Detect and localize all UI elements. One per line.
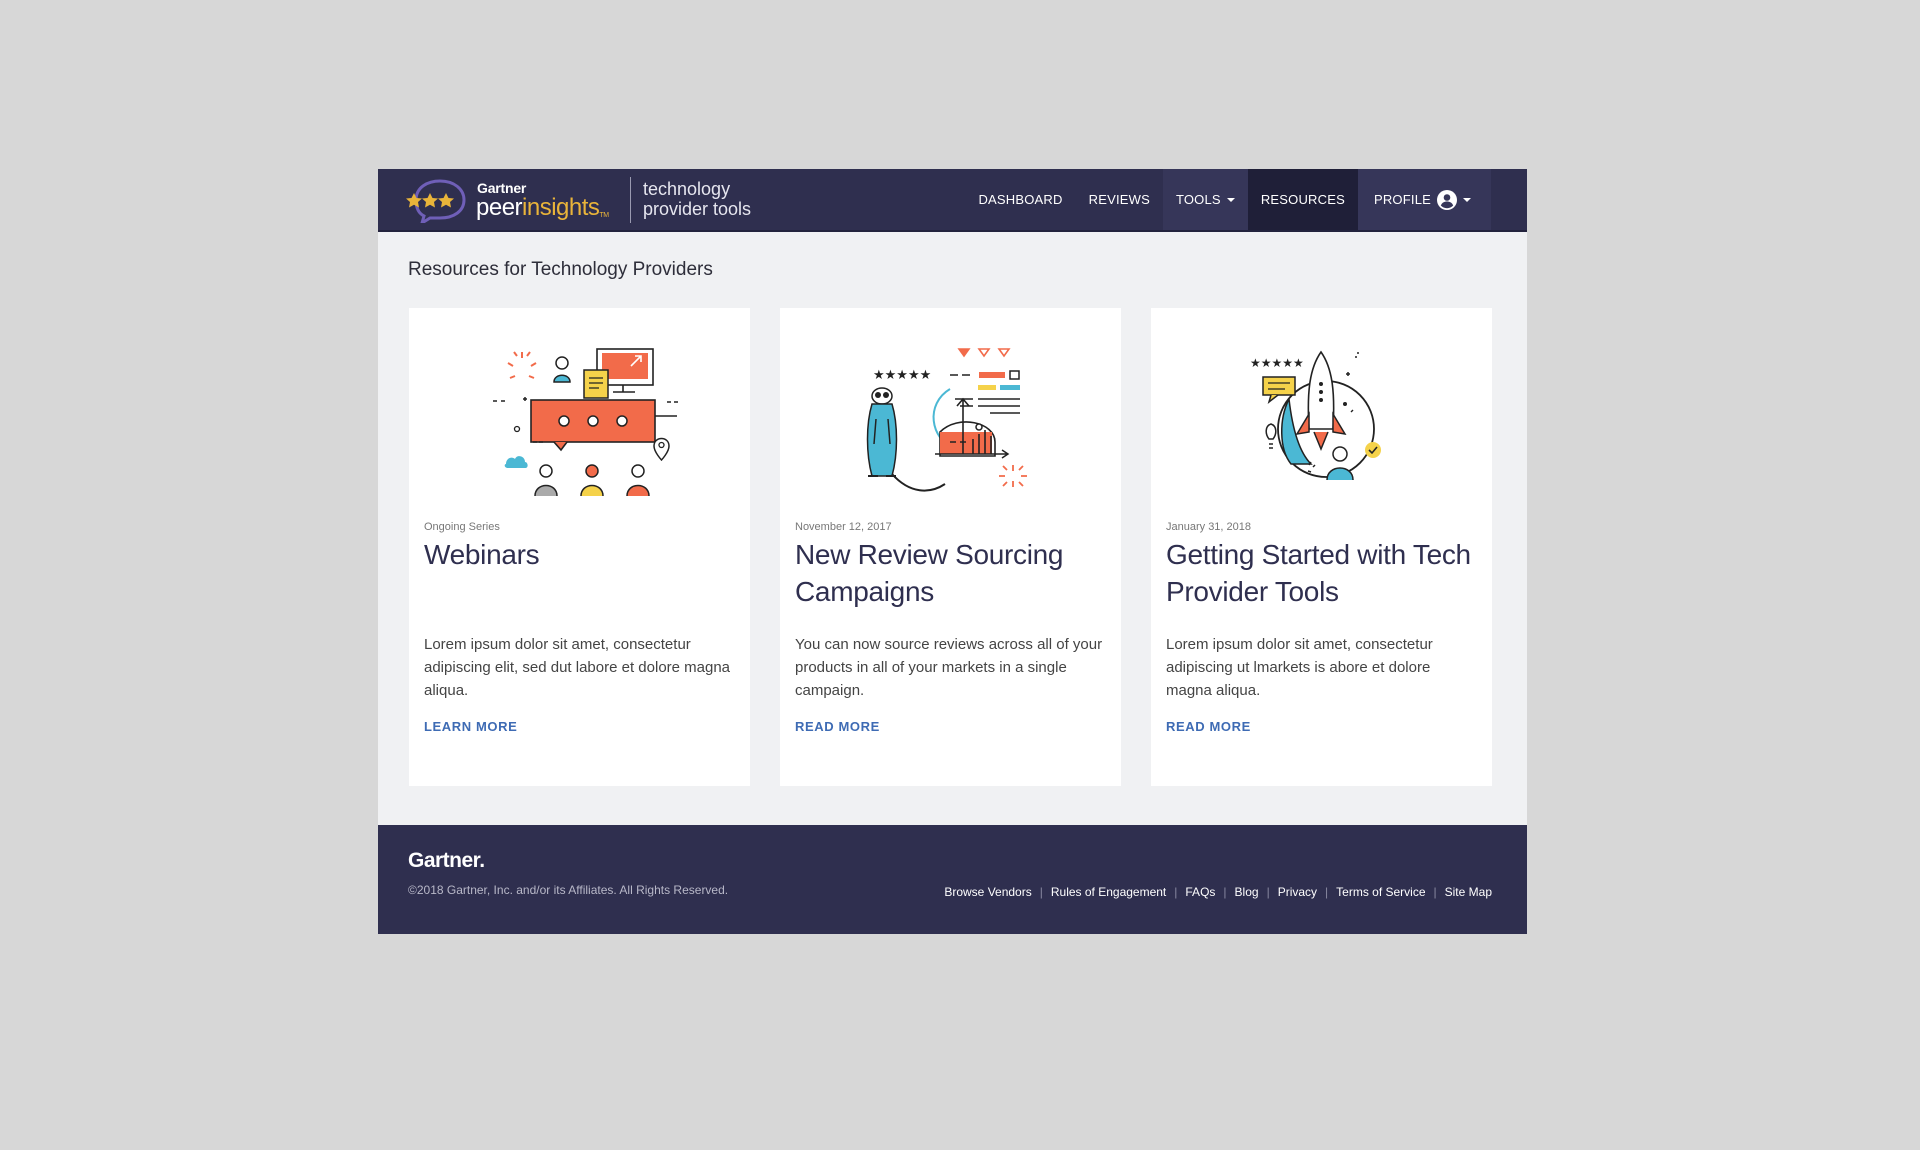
- footer-separator: |: [1174, 885, 1178, 899]
- user-avatar-icon: [1437, 189, 1457, 210]
- resource-card-webinars: Ongoing Series Webinars Lorem ipsum dolo…: [409, 308, 750, 786]
- webinar-illustration-icon: [493, 348, 678, 497]
- card-description: Lorem ipsum dolor sit amet, consectetur …: [424, 636, 731, 699]
- site-footer: Gartner. ©2018 Gartner, Inc. and/or its …: [378, 825, 1527, 934]
- resource-card-review-sourcing: ★★★★★ November 12, 2017 New Review Sourc…: [780, 308, 1121, 786]
- footer-link-rules-of-engagement[interactable]: Rules of Engagement: [1051, 885, 1166, 899]
- card-title: Getting Started with Tech Provider Tools: [1166, 539, 1471, 607]
- footer-copyright: ©2018 Gartner, Inc. and/or its Affiliate…: [408, 883, 729, 897]
- footer-link-browse-vendors[interactable]: Browse Vendors: [944, 885, 1031, 899]
- nav-profile-label: PROFILE: [1373, 192, 1431, 207]
- card-title: Webinars: [424, 539, 540, 570]
- peer-insights-logo-icon: [406, 179, 466, 223]
- logo-subtitle-line1: technology: [643, 179, 731, 199]
- footer-separator: |: [1223, 885, 1227, 899]
- chevron-down-icon: [1463, 197, 1471, 202]
- card-title: New Review Sourcing Campaigns: [795, 539, 1064, 607]
- top-navbar: Gartner peerinsightsTM technology provid…: [378, 169, 1527, 232]
- card-meta: January 31, 2018: [1166, 521, 1252, 533]
- logo-peer-insights-text: peerinsightsTM: [476, 194, 609, 222]
- svg-text:★★★★★: ★★★★★: [1250, 356, 1304, 370]
- card-description: You can now source reviews across all of…: [795, 636, 1103, 699]
- logo-subtitle: technology provider tools: [643, 179, 751, 219]
- meerkat-chart-illustration-icon: ★★★★★: [866, 348, 1027, 492]
- nav-profile-dropdown[interactable]: PROFILE: [1357, 169, 1491, 230]
- logo-tm: TM: [599, 212, 609, 219]
- logo-subtitle-line2: provider tools: [643, 199, 752, 219]
- card-description: Lorem ipsum dolor sit amet, consectetur …: [1166, 636, 1433, 699]
- rocket-illustration-icon: ★★★★★: [1250, 350, 1381, 481]
- footer-links: Browse Vendors | Rules of Engagement | F…: [944, 885, 1492, 899]
- footer-link-site-map[interactable]: Site Map: [1445, 885, 1492, 899]
- nav-dashboard-label: DASHBOARD: [978, 192, 1063, 207]
- footer-link-faqs[interactable]: FAQs: [1185, 885, 1215, 899]
- footer-separator: |: [1325, 885, 1329, 899]
- nav-tools-dropdown[interactable]: TOOLS: [1162, 169, 1248, 230]
- nav-tools-label: TOOLS: [1175, 192, 1221, 207]
- svg-text:★★★★★: ★★★★★: [873, 368, 931, 383]
- card-meta: Ongoing Series: [424, 521, 500, 533]
- logo-divider: [630, 177, 631, 223]
- nav-resources-label: RESOURCES: [1260, 192, 1345, 207]
- logo-peer: peer: [476, 194, 523, 221]
- footer-link-privacy[interactable]: Privacy: [1278, 885, 1317, 899]
- footer-separator: |: [1039, 885, 1043, 899]
- footer-link-terms-of-service[interactable]: Terms of Service: [1336, 885, 1425, 899]
- page-title: Resources for Technology Providers: [408, 259, 713, 280]
- nav-resources[interactable]: RESOURCES: [1247, 169, 1358, 230]
- footer-gartner-logo: Gartner.: [408, 849, 485, 872]
- footer-link-blog[interactable]: Blog: [1235, 885, 1259, 899]
- resource-card-getting-started: ★★★★★ January 31, 2018 Getting Started w: [1151, 308, 1492, 786]
- nav-reviews[interactable]: REVIEWS: [1076, 169, 1163, 230]
- footer-separator: |: [1433, 885, 1437, 899]
- read-more-link[interactable]: READ MORE: [1166, 719, 1251, 734]
- chevron-down-icon: [1226, 197, 1235, 202]
- logo-insights: insights: [522, 194, 600, 221]
- learn-more-link[interactable]: LEARN MORE: [424, 719, 517, 734]
- card-meta: November 12, 2017: [795, 521, 892, 533]
- nav-reviews-label: REVIEWS: [1088, 192, 1150, 207]
- main-nav: DASHBOARD REVIEWS TOOLS RESOURCES PROFIL…: [965, 169, 1491, 230]
- app-frame: Gartner peerinsightsTM technology provid…: [378, 169, 1527, 934]
- footer-separator: |: [1266, 885, 1270, 899]
- read-more-link[interactable]: READ MORE: [795, 719, 880, 734]
- nav-dashboard[interactable]: DASHBOARD: [965, 169, 1075, 230]
